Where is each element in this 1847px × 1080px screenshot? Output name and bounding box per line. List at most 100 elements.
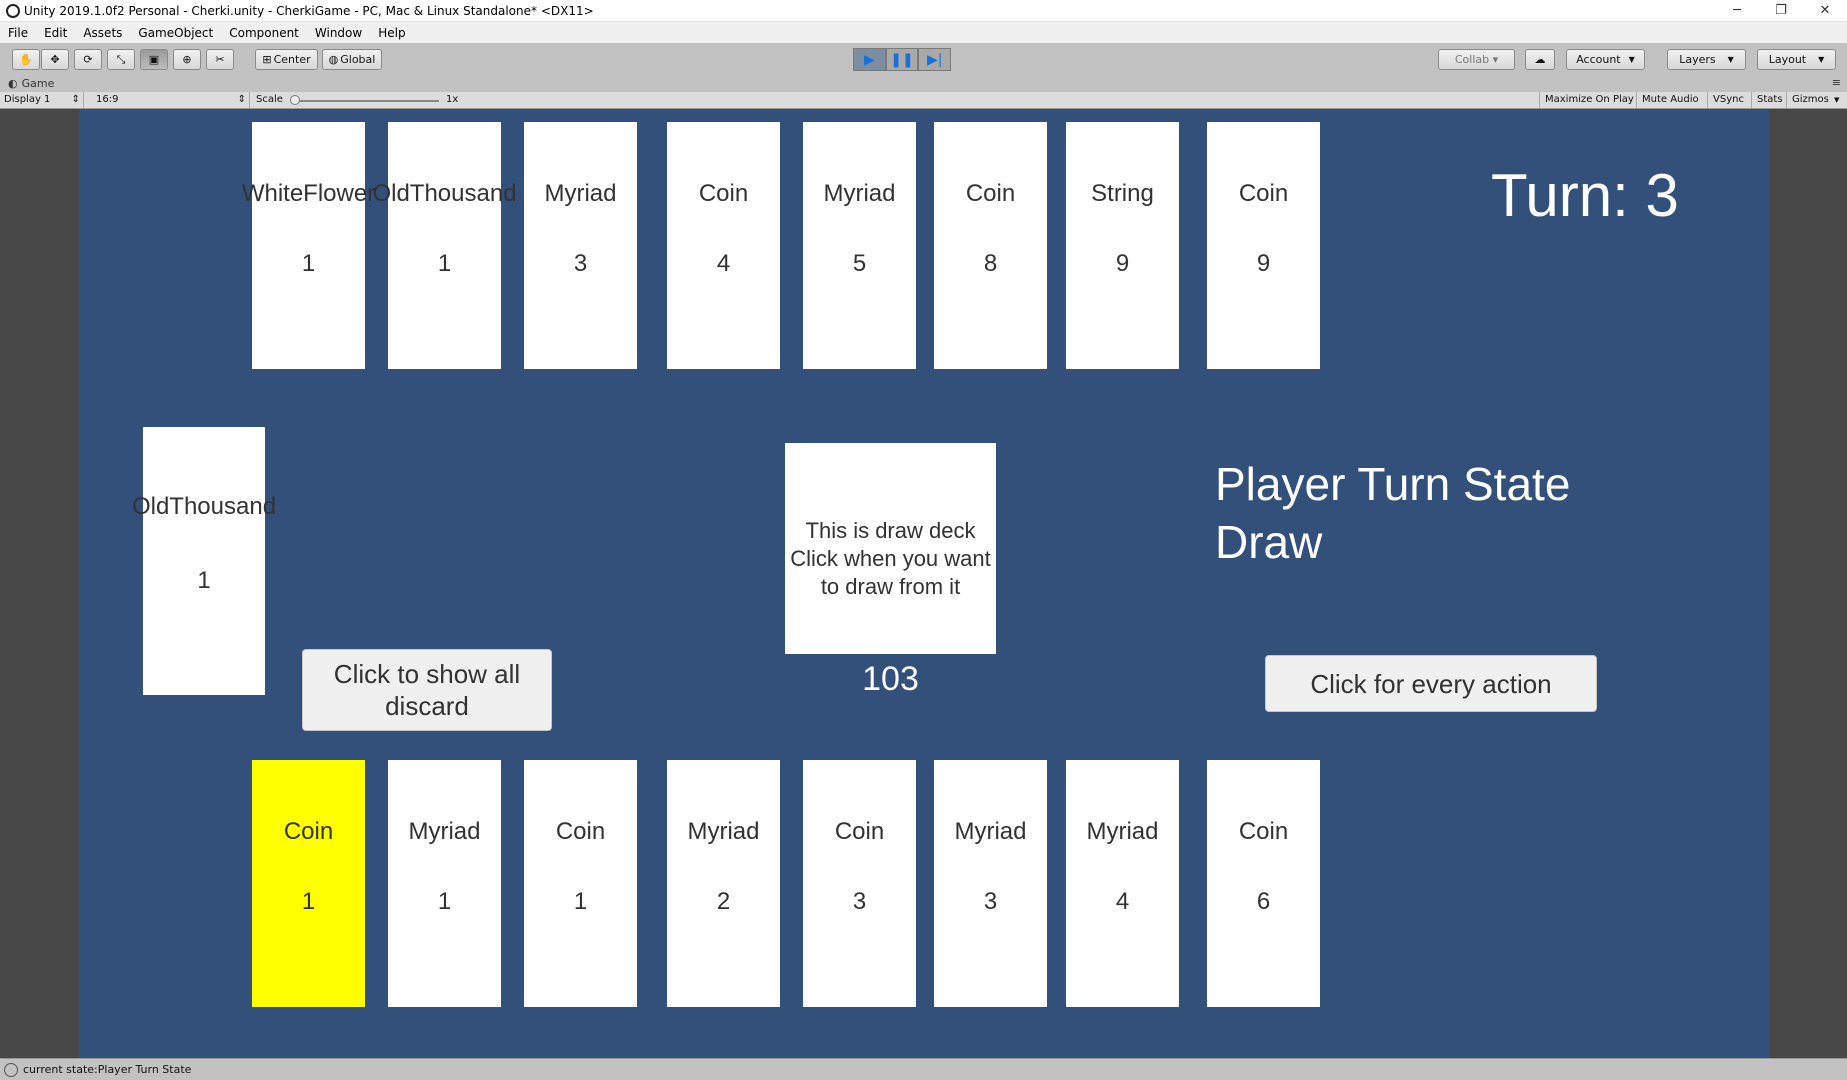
mute-audio-toggle[interactable]: Mute Audio [1636,92,1704,108]
opponent-card-4[interactable]: Coin 4 [667,122,780,369]
player-card-6[interactable]: Myriad 3 [934,760,1047,1007]
tab-game-label: Game [21,76,55,90]
space-global-label: Global [340,53,376,66]
step-icon: ▶| [926,51,943,68]
status-text[interactable]: current state:Player Turn State [23,1063,191,1076]
player-card-7[interactable]: Myriad 4 [1066,760,1179,1007]
game-viewport: WhiteFlower 1 OldThousand 1 Myriad 3 Coi… [0,109,1847,1058]
draw-deck-count: 103 [862,660,919,698]
cloud-button[interactable]: ☁ [1525,49,1555,70]
layout-dropdown[interactable]: Layout ▼ [1757,49,1836,70]
aspect-label: 16:9 [96,94,119,105]
step-button[interactable]: ▶| [918,48,952,71]
every-action-button[interactable]: Click for every action [1265,655,1597,712]
player-card-2[interactable]: Myriad 1 [388,760,501,1007]
pause-button[interactable]: ❚❚ [885,48,919,71]
scale-tool-icon[interactable]: ⤡ [107,49,135,70]
menu-component[interactable]: Component [221,26,307,40]
show-discard-label: Click to show all discard [333,659,521,721]
opponent-card-6[interactable]: Coin 8 [934,122,1047,369]
menu-edit[interactable]: Edit [36,26,75,40]
state-line-2: Draw [1215,516,1323,568]
rect-tool-icon[interactable]: ▣ [140,49,168,70]
rotate-tool-icon[interactable]: ⟳ [74,49,102,70]
player-card-4[interactable]: Myriad 2 [667,760,780,1007]
aspect-dropdown[interactable]: 16:9 ⇕ [92,92,250,108]
card-name: Coin [555,818,606,845]
card-name: Coin [965,180,1016,207]
tab-game[interactable]: ◐ Game [0,77,54,90]
scale-slider-handle[interactable] [290,95,300,105]
turn-counter: Turn: 3 [1491,162,1679,229]
opponent-card-7[interactable]: String 9 [1066,122,1179,369]
card-value: 1 [573,888,588,915]
card-name: Coin [283,818,334,845]
maximize-button[interactable]: ❐ [1759,0,1803,22]
card-value: 4 [716,250,731,277]
collab-button[interactable]: Collab ▾ [1438,49,1515,70]
hand-tool-icon[interactable]: ✋ [12,49,40,70]
scale-label: Scale [256,94,283,105]
card-name: Myriad [1086,818,1159,845]
menu-help[interactable]: Help [370,26,413,40]
opponent-card-8[interactable]: Coin 9 [1207,122,1320,369]
chevron-down-icon: ▼ [1834,96,1840,104]
pivot-center-button[interactable]: ⊞ Center [255,49,318,70]
card-value: 6 [1256,888,1271,915]
player-card-5[interactable]: Coin 3 [803,760,916,1007]
card-name: Coin [698,180,749,207]
menu-gameobject[interactable]: GameObject [130,26,221,40]
cloud-icon: ☁ [1534,53,1546,66]
gizmos-dropdown[interactable]: Gizmos ▼ [1786,92,1847,108]
game-state-text: Player Turn State Draw [1215,455,1570,571]
account-label: Account [1576,53,1621,66]
close-button[interactable]: ✕ [1803,0,1847,22]
game-canvas[interactable]: WhiteFlower 1 OldThousand 1 Myriad 3 Coi… [79,109,1769,1058]
stats-toggle[interactable]: Stats [1751,92,1788,108]
title-bar: Unity 2019.1.0f2 Personal - Cherki.unity… [0,0,1847,22]
opponent-card-5[interactable]: Myriad 5 [803,122,916,369]
player-card-3[interactable]: Coin 1 [524,760,637,1007]
scale-slider-track[interactable] [293,100,439,102]
opponent-card-3[interactable]: Myriad 3 [524,122,637,369]
info-icon [4,1062,18,1077]
show-discard-button[interactable]: Click to show all discard [302,649,552,731]
card-name: OldThousand [131,493,277,520]
chevron-updown-icon: ⇕ [237,94,246,105]
chevron-down-icon: ▼ [1818,55,1825,64]
menu-window[interactable]: Window [307,26,370,40]
maximize-on-play-toggle[interactable]: Maximize On Play [1539,92,1639,108]
card-value: 1 [437,888,452,915]
game-tab-header: ◐ Game ≡ [0,74,1847,92]
play-icon: ▶ [863,51,875,68]
move-tool-icon[interactable]: ✥ [41,49,69,70]
display-dropdown[interactable]: Display 1 ⇕ [0,92,84,108]
card-value: 1 [197,567,211,594]
card-value: 3 [852,888,867,915]
chevron-updown-icon: ⇕ [71,94,80,105]
card-value: 1 [301,250,316,277]
draw-deck[interactable]: This is draw deck Click when you want to… [785,443,996,654]
card-value: 1 [437,250,452,277]
card-name: OldThousand [372,180,517,207]
custom-tool-icon[interactable]: ✂ [206,49,234,70]
pivot-center-label: Center [273,53,311,66]
player-card-8[interactable]: Coin 6 [1207,760,1320,1007]
tab-menu-icon[interactable]: ≡ [1832,76,1841,89]
card-value: 2 [716,888,731,915]
account-dropdown[interactable]: Account ▼ [1566,49,1645,70]
vsync-toggle[interactable]: VSync [1707,92,1749,108]
minimize-button[interactable]: ─ [1715,0,1759,22]
menu-file[interactable]: File [0,26,36,40]
play-button[interactable]: ▶ [853,48,886,71]
card-value: 4 [1115,888,1130,915]
transform-tool-icon[interactable]: ⊕ [173,49,201,70]
menu-assets[interactable]: Assets [75,26,130,40]
layers-dropdown[interactable]: Layers ▼ [1667,49,1746,70]
layers-label: Layers [1679,53,1716,66]
discard-pile-card[interactable]: OldThousand 1 [132,427,276,695]
opponent-card-1[interactable]: WhiteFlower 1 [242,122,375,369]
opponent-card-2[interactable]: OldThousand 1 [372,122,517,369]
player-card-1[interactable]: Coin 1 [252,760,365,1007]
space-global-button[interactable]: ◍ Global [322,49,382,70]
